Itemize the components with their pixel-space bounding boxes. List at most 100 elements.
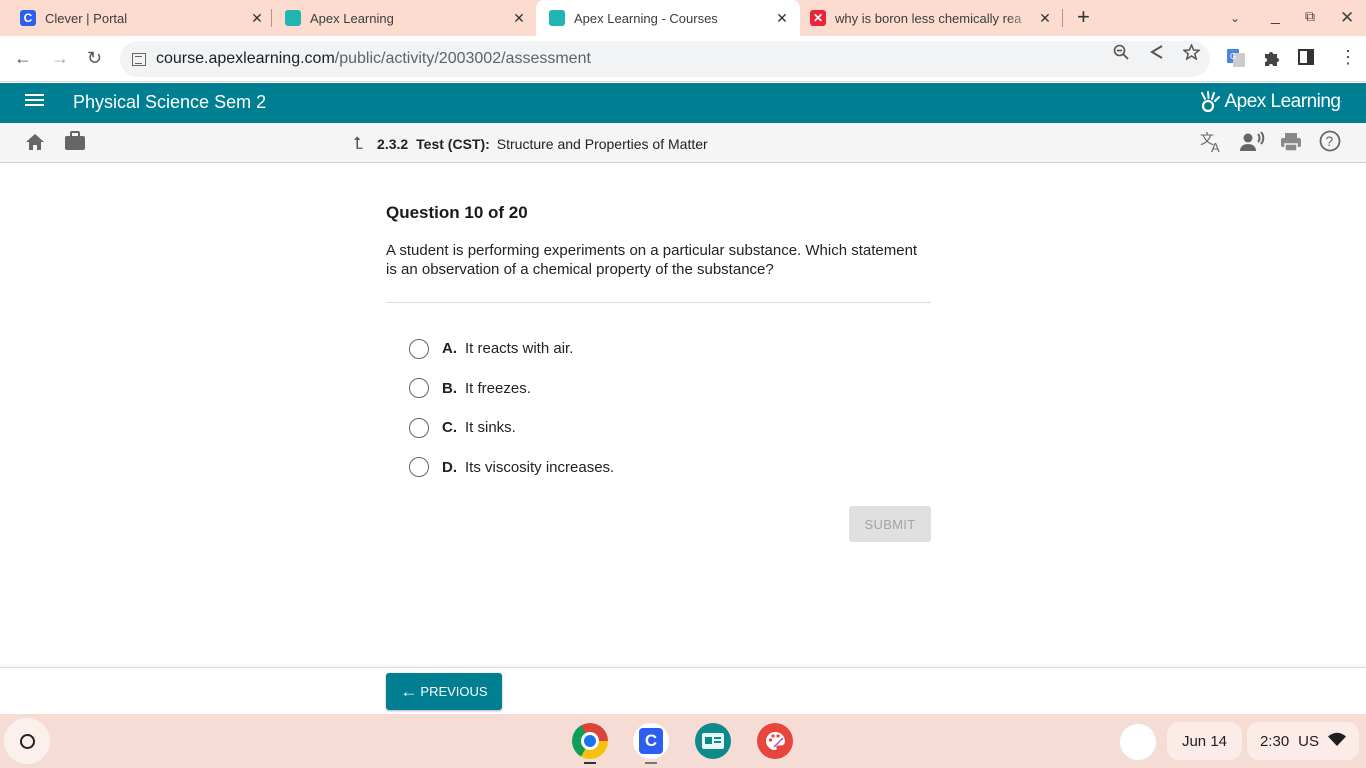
arrow-left-icon: ← xyxy=(400,681,418,701)
forward-button[interactable]: → xyxy=(51,48,69,68)
choice-letter: D. xyxy=(442,458,457,476)
app-running-indicator xyxy=(645,762,657,764)
browser-menu-icon[interactable]: ⋮ xyxy=(1339,48,1357,66)
url-text[interactable]: course.apexlearning.com/public/activity/… xyxy=(156,50,591,68)
close-window-button[interactable]: ✕ xyxy=(1340,8,1354,28)
google-translate-extension-icon[interactable]: G xyxy=(1227,49,1245,72)
translate-icon[interactable]: 文A xyxy=(1200,131,1224,158)
apex-icon xyxy=(549,10,565,26)
question-number: Question 10 of 20 xyxy=(386,203,528,222)
back-button[interactable]: ← xyxy=(14,48,32,68)
user-avatar[interactable] xyxy=(1119,723,1157,761)
bookmark-star-icon[interactable] xyxy=(1182,43,1201,65)
close-icon[interactable]: ✕ xyxy=(249,10,265,27)
locale-text: US xyxy=(1298,732,1320,750)
tab-quizlet[interactable]: ✕ why is boron less chemically rea ✕ xyxy=(810,0,1053,36)
share-icon[interactable] xyxy=(1149,44,1165,65)
url-host: course.apexlearning.com xyxy=(156,50,335,67)
svg-text:A: A xyxy=(1211,140,1220,153)
apex-icon xyxy=(285,10,301,26)
breadcrumb: ⮤ 2.3.2 Test (CST): Structure and Proper… xyxy=(353,134,708,154)
address-bar[interactable]: course.apexlearning.com/public/activity/… xyxy=(120,41,1210,77)
tab-title: why is boron less chemically rea xyxy=(835,10,1022,26)
browser-toolbar: ← → ↻ course.apexlearning.com/public/act… xyxy=(0,36,1366,82)
choice-text: It sinks. xyxy=(465,419,516,437)
radio-button[interactable] xyxy=(409,417,429,438)
previous-label: PREVIOUS xyxy=(420,684,488,699)
tab-title: Clever | Portal xyxy=(45,10,128,26)
chrome-icon[interactable] xyxy=(572,723,608,759)
close-icon[interactable]: ✕ xyxy=(774,10,790,27)
radio-button[interactable] xyxy=(409,378,429,399)
choice-text: Its viscosity increases. xyxy=(465,458,615,476)
wifi-icon xyxy=(1328,732,1347,750)
side-panel-icon[interactable] xyxy=(1298,49,1314,70)
question-panel: Question 10 of 20 A student is performin… xyxy=(386,200,931,487)
minimize-button[interactable]: _ xyxy=(1271,8,1280,26)
previous-button[interactable]: ← PREVIOUS xyxy=(386,673,502,710)
choice-letter: A. xyxy=(442,340,457,358)
apex-learning-logo: Apex Learning · xyxy=(1199,91,1342,113)
answer-choices: A. It reacts with air. B. It freezes. C.… xyxy=(409,329,931,487)
up-level-arrow-icon[interactable]: ⮤ xyxy=(353,134,363,154)
app-running-indicator xyxy=(584,762,596,764)
choice-text: It reacts with air. xyxy=(465,340,574,358)
status-tray[interactable]: 2:30 US xyxy=(1247,722,1359,760)
answer-choice-d[interactable]: D. Its viscosity increases. xyxy=(409,448,931,488)
close-icon[interactable]: ✕ xyxy=(511,10,527,27)
activity-title: Structure and Properties of Matter xyxy=(496,136,708,152)
home-icon[interactable] xyxy=(25,133,45,156)
radio-button[interactable] xyxy=(409,338,429,359)
os-shelf: C Jun 14 2:30 US xyxy=(0,714,1366,768)
svg-text:G: G xyxy=(1230,52,1236,61)
tab-separator xyxy=(1062,9,1063,27)
tab-apex-courses[interactable]: Apex Learning - Courses ✕ xyxy=(536,0,800,36)
answer-choice-a[interactable]: A. It reacts with air. xyxy=(409,329,931,369)
activity-bar: ⮤ 2.3.2 Test (CST): Structure and Proper… xyxy=(0,123,1366,163)
activity-number: 2.3.2 xyxy=(377,136,409,152)
help-icon[interactable]: ? xyxy=(1319,130,1341,157)
launcher-button[interactable] xyxy=(4,718,50,764)
print-icon[interactable] xyxy=(1280,132,1302,157)
apex-logo-icon xyxy=(1199,91,1221,113)
answer-choice-b[interactable]: B. It freezes. xyxy=(409,369,931,409)
zoom-out-icon[interactable] xyxy=(1113,44,1129,65)
date-pill[interactable]: Jun 14 xyxy=(1167,722,1242,760)
activity-type: Test (CST): xyxy=(416,136,490,152)
classroom-icon[interactable] xyxy=(695,723,731,759)
clever-icon[interactable]: C xyxy=(633,723,669,759)
tab-clever[interactable]: C Clever | Portal ✕ xyxy=(20,0,265,36)
choice-letter: C. xyxy=(442,419,457,437)
tab-apex-learning[interactable]: Apex Learning ✕ xyxy=(285,0,527,36)
clever-icon: C xyxy=(20,10,36,26)
svg-text:?: ? xyxy=(1326,133,1334,149)
launcher-icon xyxy=(19,733,35,749)
tab-title: Apex Learning - Courses xyxy=(574,10,718,26)
quizlet-icon: ✕ xyxy=(810,10,826,26)
brand-name: Apex Learning xyxy=(1224,91,1341,112)
tab-separator xyxy=(271,9,272,27)
new-tab-button[interactable]: + xyxy=(1077,6,1090,28)
tab-strip: C Clever | Portal ✕ Apex Learning ✕ Apex… xyxy=(0,0,1366,36)
close-icon[interactable]: ✕ xyxy=(1037,10,1053,27)
divider xyxy=(386,302,931,303)
canvas-paint-icon[interactable] xyxy=(757,723,793,759)
time-text: 2:30 xyxy=(1259,732,1290,750)
extensions-puzzle-icon[interactable] xyxy=(1263,49,1280,71)
restore-button[interactable]: ⧉ xyxy=(1305,8,1315,25)
date-text: Jun 14 xyxy=(1181,732,1228,750)
read-aloud-icon[interactable] xyxy=(1239,131,1265,158)
portfolio-briefcase-icon[interactable] xyxy=(64,131,86,156)
choice-letter: B. xyxy=(442,379,457,397)
reload-button[interactable]: ↻ xyxy=(87,48,102,68)
course-menu-icon[interactable] xyxy=(25,94,44,108)
answer-choice-c[interactable]: C. It sinks. xyxy=(409,408,931,448)
tab-search-chevron-icon[interactable]: ⌄ xyxy=(1230,11,1240,25)
choice-text: It freezes. xyxy=(465,379,531,397)
submit-button[interactable]: SUBMIT xyxy=(849,506,931,542)
navigation-footer: ← PREVIOUS xyxy=(0,667,1366,714)
radio-button[interactable] xyxy=(409,457,429,478)
url-path: /public/activity/2003002/assessment xyxy=(334,50,591,67)
site-info-icon[interactable] xyxy=(132,52,146,66)
course-header: Physical Science Sem 2 Apex Learning · xyxy=(0,83,1366,123)
